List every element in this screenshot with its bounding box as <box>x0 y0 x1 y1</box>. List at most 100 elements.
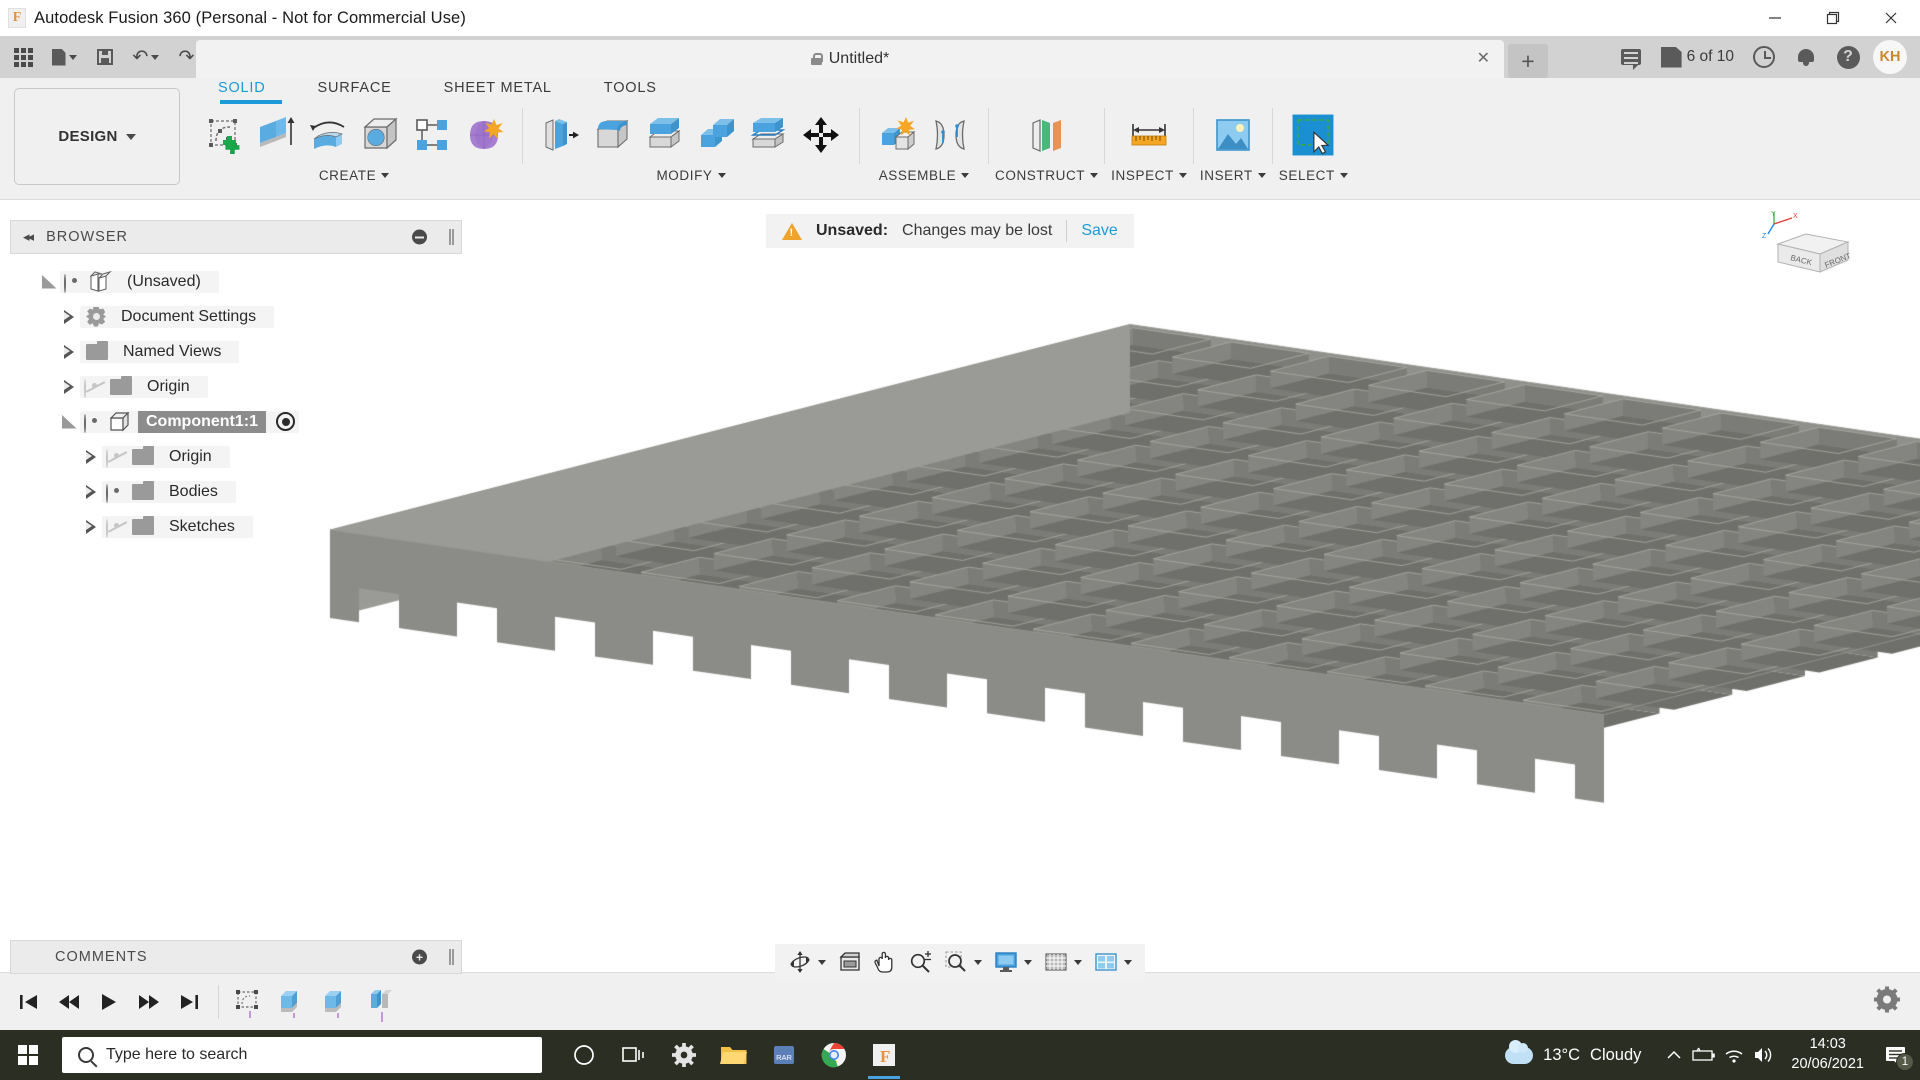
taskbar-clock[interactable]: 14:03 20/06/2021 <box>1781 1035 1874 1074</box>
canvas-workspace[interactable]: ◂◂ BROWSER (Uns <box>0 200 1920 994</box>
fusion360-icon[interactable]: F <box>862 1031 906 1079</box>
action-center-button[interactable]: 1 <box>1878 1035 1914 1075</box>
panel-grip-icon[interactable] <box>449 949 451 965</box>
offset-plane-icon[interactable] <box>1023 108 1071 162</box>
combine-icon[interactable] <box>693 108 741 162</box>
move-copy-icon[interactable] <box>797 108 845 162</box>
recent-activity-button[interactable] <box>1744 38 1784 76</box>
wifi-icon[interactable] <box>1721 1041 1747 1069</box>
new-component-icon[interactable] <box>874 108 922 162</box>
show-hidden-icons-button[interactable] <box>1661 1041 1687 1069</box>
tree-item-origin-root[interactable]: Origin <box>10 369 462 404</box>
sphere-icon[interactable] <box>356 108 404 162</box>
modify-group-label[interactable]: MODIFY <box>656 168 725 183</box>
app-grid-button[interactable] <box>6 40 40 74</box>
chrome-icon[interactable] <box>812 1031 856 1079</box>
timeline-feature-pattern[interactable] <box>365 988 399 1018</box>
new-tab-button[interactable]: + <box>1508 44 1548 78</box>
help-button[interactable]: ? <box>1828 38 1868 76</box>
insert-group-label[interactable]: INSERT <box>1200 168 1266 183</box>
close-button[interactable] <box>1862 0 1920 36</box>
visibility-icon[interactable] <box>106 485 128 499</box>
expand-toggle[interactable] <box>58 380 80 394</box>
expand-toggle[interactable] <box>38 275 60 289</box>
workspace-switcher[interactable]: DESIGN <box>14 88 180 185</box>
tree-item-component1[interactable]: Component1:1 <box>10 404 462 439</box>
visibility-icon[interactable] <box>106 520 128 534</box>
timeline-feature-extrude-2[interactable] <box>321 988 355 1018</box>
create-sketch-icon[interactable] <box>200 108 248 162</box>
maximize-button[interactable] <box>1804 0 1862 36</box>
shell-icon[interactable] <box>641 108 689 162</box>
timeline-feature-extrude-1[interactable] <box>277 988 311 1018</box>
select-window-icon[interactable] <box>1289 108 1337 162</box>
expand-toggle[interactable] <box>58 345 80 359</box>
extrude-icon[interactable] <box>252 108 300 162</box>
cortana-icon[interactable] <box>562 1031 606 1079</box>
job-status[interactable]: 6 of 10 <box>1653 47 1742 68</box>
panel-grip-icon[interactable] <box>449 229 451 245</box>
fillet-icon[interactable] <box>589 108 637 162</box>
file-explorer-icon[interactable] <box>712 1031 756 1079</box>
display-settings-button[interactable] <box>989 946 1037 978</box>
panel-minimize-icon[interactable] <box>412 230 427 245</box>
pattern-icon[interactable] <box>408 108 456 162</box>
new-file-button[interactable] <box>42 40 86 74</box>
tab-solid[interactable]: SOLID <box>192 80 292 96</box>
comments-panel[interactable]: COMMENTS + <box>10 940 462 974</box>
winrar-icon[interactable]: RAR <box>762 1031 806 1079</box>
notifications-button[interactable] <box>1786 38 1826 76</box>
joint-icon[interactable] <box>926 108 974 162</box>
collapse-icon[interactable]: ◂◂ <box>23 229 32 245</box>
create-group-label[interactable]: CREATE <box>319 168 389 183</box>
measure-icon[interactable] <box>1125 108 1173 162</box>
look-at-button[interactable] <box>833 946 867 978</box>
construct-group-label[interactable]: CONSTRUCT <box>995 168 1098 183</box>
assemble-group-label[interactable]: ASSEMBLE <box>879 168 970 183</box>
close-tab-icon[interactable]: ✕ <box>1477 51 1490 67</box>
volume-icon[interactable] <box>1751 1041 1777 1069</box>
feedback-button[interactable] <box>1611 38 1651 76</box>
tree-item-named-views[interactable]: Named Views <box>10 334 462 369</box>
go-to-end-button[interactable] <box>174 987 204 1017</box>
minimize-button[interactable] <box>1746 0 1804 36</box>
tree-item-document-settings[interactable]: Document Settings <box>10 299 462 334</box>
tab-sheet-metal[interactable]: SHEET METAL <box>418 80 578 96</box>
step-back-button[interactable] <box>54 987 84 1017</box>
visibility-icon[interactable] <box>106 450 128 464</box>
timeline-settings-button[interactable] <box>1874 986 1900 1017</box>
save-button[interactable] <box>88 40 122 74</box>
visibility-icon[interactable] <box>84 380 106 394</box>
offset-face-icon[interactable] <box>745 108 793 162</box>
weather-widget[interactable]: 13°C Cloudy <box>1505 1046 1641 1065</box>
press-pull-icon[interactable] <box>537 108 585 162</box>
zoom-window-button[interactable] <box>939 946 987 978</box>
orbit-button[interactable] <box>783 946 831 978</box>
tree-item-sketches[interactable]: Sketches <box>10 509 462 544</box>
grid-snaps-button[interactable] <box>1039 946 1087 978</box>
expand-toggle[interactable] <box>58 415 80 429</box>
account-button[interactable]: KH <box>1870 38 1910 76</box>
expand-toggle[interactable] <box>58 310 80 324</box>
settings-icon[interactable] <box>662 1031 706 1079</box>
save-link[interactable]: Save <box>1081 222 1117 240</box>
tree-item-origin-child[interactable]: Origin <box>10 439 462 474</box>
expand-toggle[interactable] <box>80 520 102 534</box>
revolve-icon[interactable] <box>304 108 352 162</box>
timeline-feature-sketch[interactable] <box>233 988 267 1018</box>
undo-button[interactable]: ↶ <box>124 40 168 74</box>
document-tab-untitled[interactable]: Untitled* ✕ <box>196 40 1504 78</box>
tree-item-bodies[interactable]: Bodies <box>10 474 462 509</box>
viewports-button[interactable] <box>1089 946 1137 978</box>
tab-surface[interactable]: SURFACE <box>292 80 418 96</box>
activate-component-radio[interactable] <box>276 412 295 431</box>
tab-tools[interactable]: TOOLS <box>578 80 683 96</box>
add-comment-icon[interactable]: + <box>412 950 427 965</box>
task-view-icon[interactable] <box>612 1031 656 1079</box>
expand-toggle[interactable] <box>80 485 102 499</box>
inspect-group-label[interactable]: INSPECT <box>1111 168 1187 183</box>
step-forward-button[interactable] <box>134 987 164 1017</box>
visibility-icon[interactable] <box>84 415 106 429</box>
form-icon[interactable] <box>460 108 508 162</box>
go-to-beginning-button[interactable] <box>14 987 44 1017</box>
